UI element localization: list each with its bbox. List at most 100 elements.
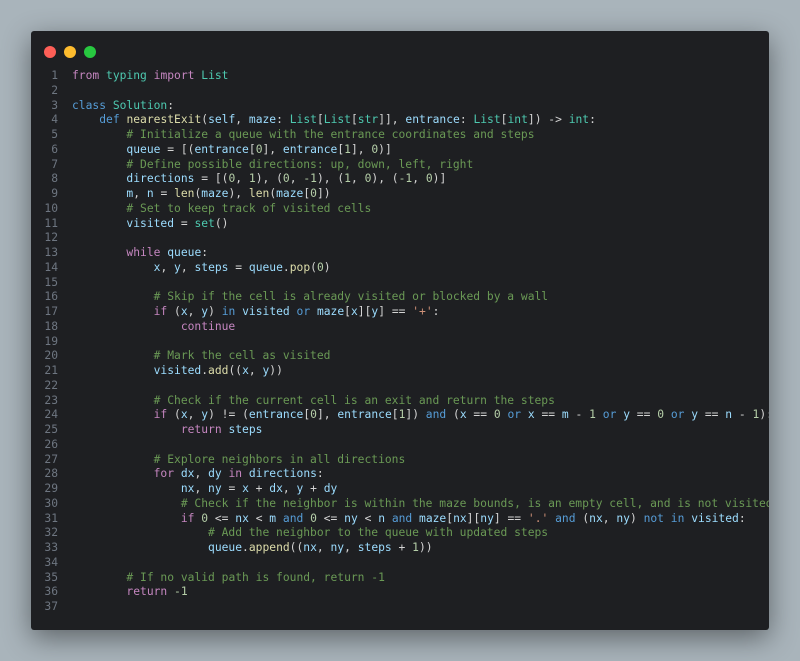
line-number: 1: [51, 69, 58, 82]
line-number: 15: [44, 275, 58, 289]
code-token: = [(: [160, 142, 195, 156]
code-line: 25 return steps: [31, 423, 769, 438]
code-line: 9 m, n = len(maze), len(maze[0]): [31, 187, 769, 202]
code-token: for: [153, 467, 175, 481]
code-token: [: [350, 113, 358, 127]
code-token: ): [208, 305, 222, 318]
line-number: 8: [51, 172, 58, 186]
code-token: ,: [248, 364, 263, 377]
line-number: 33: [44, 541, 58, 554]
code-text: return -1: [72, 585, 187, 600]
code-token: +: [303, 482, 324, 495]
code-token: 1: [248, 172, 256, 186]
code-editor[interactable]: 1 from typing import List 2 3 class Solution…: [31, 69, 769, 615]
code-token: 1: [412, 541, 419, 554]
code-text: # Initialize a queue with the entrance c…: [72, 128, 534, 143]
code-token: # If no valid path is found, return -1: [126, 570, 385, 584]
code-token: <: [357, 511, 379, 525]
code-token: if: [180, 511, 195, 525]
code-token: ==: [698, 408, 726, 422]
code-token: ,: [316, 541, 331, 554]
code-token: set: [194, 216, 215, 230]
line-number: 32: [44, 526, 58, 540]
code-token: visited: [126, 216, 175, 230]
code-token: queue: [248, 260, 283, 274]
code-token: add: [208, 364, 229, 377]
code-token: )]: [378, 142, 392, 156]
line-number: 4: [51, 113, 58, 127]
code-token: queue: [208, 541, 243, 554]
code-token: List: [473, 113, 501, 127]
code-text: # Check if the neighbor is within the ma…: [72, 497, 769, 512]
code-token: x: [180, 408, 188, 422]
code-token: steps: [357, 541, 392, 554]
code-text: if 0 <= nx < m and 0 <= ny < n and maze[…: [72, 512, 746, 527]
code-token: # Check if the current cell is an exit a…: [153, 393, 555, 407]
code-line: 24 if (x, y) != (entrance[0], entrance[1…: [31, 408, 769, 423]
code-text: # Mark the cell as visited: [72, 349, 331, 364]
code-token: ): [629, 511, 644, 525]
code-token: int: [568, 113, 590, 127]
line-number: 19: [44, 334, 58, 348]
code-token: append: [248, 541, 290, 554]
code-token: -: [732, 408, 753, 422]
code-token: not: [643, 511, 664, 525]
code-line: 6 queue = [(entrance[0], entrance[1], 0)…: [31, 143, 769, 158]
code-line: 27 # Explore neighbors in all directions: [31, 453, 769, 468]
line-number: 13: [44, 246, 58, 259]
code-token: steps: [194, 260, 229, 274]
code-token: [: [344, 305, 351, 318]
code-token: <=: [316, 511, 345, 525]
code-token: ,: [187, 305, 202, 318]
code-token: ,: [282, 482, 297, 495]
code-token: ny: [344, 511, 358, 525]
code-token: +: [248, 482, 270, 495]
code-line: 17 if (x, y) in visited or maze[x][y] ==…: [31, 305, 769, 320]
line-number: 17: [44, 305, 58, 318]
code-text: while queue:: [72, 246, 208, 261]
code-token: :: [432, 305, 440, 318]
code-token: .: [282, 260, 290, 274]
close-window-icon[interactable]: [44, 46, 56, 58]
minimize-window-icon[interactable]: [64, 46, 76, 58]
code-line: 10 # Set to keep track of visited cells: [31, 202, 769, 217]
code-token: nx: [303, 541, 317, 554]
title-bar: [31, 31, 769, 69]
code-token: List: [289, 113, 317, 127]
line-number: 30: [44, 496, 58, 510]
code-token: # Add the neighbor to the queue with upd…: [208, 526, 549, 540]
line-number: 22: [44, 378, 58, 392]
code-line: 11 visited = set(): [31, 217, 769, 232]
maximize-window-icon[interactable]: [84, 46, 96, 58]
code-token: typing: [106, 69, 147, 82]
code-token: directions: [248, 467, 317, 481]
code-token: [: [248, 142, 256, 156]
code-token: ,: [289, 172, 304, 186]
code-token: dx: [269, 482, 283, 495]
code-token: ,: [160, 260, 175, 274]
code-token: '+': [412, 305, 433, 318]
code-token: = [(: [194, 172, 229, 186]
code-line: 20 # Mark the cell as visited: [31, 349, 769, 364]
line-number: 9: [51, 187, 58, 200]
code-token: or: [507, 408, 522, 422]
code-token: -1: [303, 172, 317, 186]
code-token: +: [391, 541, 413, 554]
code-text: # If no valid path is found, return -1: [72, 570, 385, 586]
code-token: import: [153, 69, 195, 82]
code-token: queue: [167, 246, 202, 259]
code-token: dy: [323, 482, 338, 495]
line-number: 27: [44, 452, 58, 466]
code-token: ), (: [316, 172, 345, 186]
code-token: =: [153, 187, 175, 200]
code-token: ]): [316, 187, 331, 200]
